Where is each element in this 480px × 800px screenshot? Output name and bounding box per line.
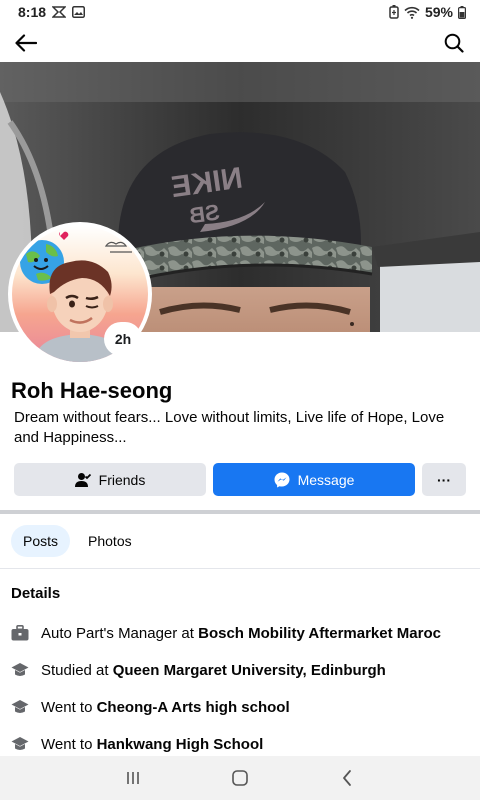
profile-bio: Dream without fears... Love without limi… <box>14 409 445 446</box>
detail-item-university: Studied at Queen Margaret University, Ed… <box>11 661 386 679</box>
status-bar: 8:18 59% <box>0 0 480 24</box>
graduation-cap-icon <box>11 661 29 679</box>
detail-text: Auto Part's Manager at Bosch Mobility Af… <box>41 625 441 642</box>
status-left: 8:18 <box>18 4 86 20</box>
arrow-left-icon <box>15 34 37 52</box>
story-time-text: 2h <box>110 328 136 350</box>
search-button[interactable] <box>440 29 468 57</box>
detail-item-school-2: Went to Hankwang High School <box>11 735 263 753</box>
status-time: 8:18 <box>18 4 47 20</box>
battery-percent: 59% <box>424 4 453 20</box>
message-button[interactable]: Message <box>213 463 415 496</box>
profile-name: Roh Hae-seong <box>11 378 173 403</box>
tab-posts-label: Posts <box>23 533 59 549</box>
wifi-icon <box>404 6 420 19</box>
briefcase-icon <box>11 624 29 642</box>
status-right: 59% <box>389 4 466 20</box>
profile-actions: Friends Message ··· <box>14 463 466 496</box>
detail-item-school-1: Went to Cheong-A Arts high school <box>11 698 290 716</box>
message-label: Message <box>297 471 355 488</box>
detail-text: Studied at Queen Margaret University, Ed… <box>41 662 386 679</box>
chevron-left-icon <box>342 770 351 786</box>
details-heading: Details <box>11 585 61 602</box>
battery-icon <box>458 5 466 19</box>
section-divider <box>0 510 480 514</box>
messenger-icon <box>274 472 290 487</box>
system-nav-bar <box>0 756 480 800</box>
battery-saver-icon <box>389 5 399 19</box>
detail-prefix: Studied at <box>41 661 113 679</box>
friends-button[interactable]: Friends <box>14 463 206 496</box>
app-bar <box>0 24 480 62</box>
detail-prefix: Auto Part's Manager at <box>41 624 199 642</box>
home-icon <box>232 770 248 786</box>
tab-posts[interactable]: Posts <box>11 525 71 557</box>
friends-check-icon <box>74 472 91 487</box>
profile-tabs: Posts Photos <box>11 525 144 557</box>
tab-photos-label: Photos <box>88 533 132 549</box>
gallery-icon <box>72 6 86 18</box>
more-options-button[interactable]: ··· <box>422 463 466 496</box>
graduation-cap-icon <box>11 735 29 753</box>
screen-record-icon <box>52 6 67 18</box>
search-icon <box>444 33 464 53</box>
more-options-icon: ··· <box>437 471 451 488</box>
home-button[interactable] <box>220 758 260 798</box>
detail-prefix: Went to <box>41 735 97 753</box>
recent-apps-icon <box>127 772 140 784</box>
tab-photos[interactable]: Photos <box>76 525 144 557</box>
graduation-cap-icon <box>11 698 29 716</box>
recent-apps-button[interactable] <box>113 758 153 798</box>
tabs-divider <box>0 568 480 569</box>
detail-item-work: Auto Part's Manager at Bosch Mobility Af… <box>11 624 441 642</box>
detail-value[interactable]: Cheong-A Arts high school <box>97 699 290 716</box>
detail-value[interactable]: Queen Margaret University, Edinburgh <box>113 662 386 679</box>
detail-text: Went to Cheong-A Arts high school <box>41 699 290 716</box>
system-back-button[interactable] <box>327 758 367 798</box>
detail-prefix: Went to <box>41 698 97 716</box>
story-time-badge: 2h <box>106 324 140 354</box>
detail-value[interactable]: Bosch Mobility Aftermarket Maroc <box>198 625 441 642</box>
friends-label: Friends <box>98 471 146 488</box>
detail-text: Went to Hankwang High School <box>41 736 263 753</box>
back-button[interactable] <box>12 29 40 57</box>
detail-value[interactable]: Hankwang High School <box>97 736 264 753</box>
